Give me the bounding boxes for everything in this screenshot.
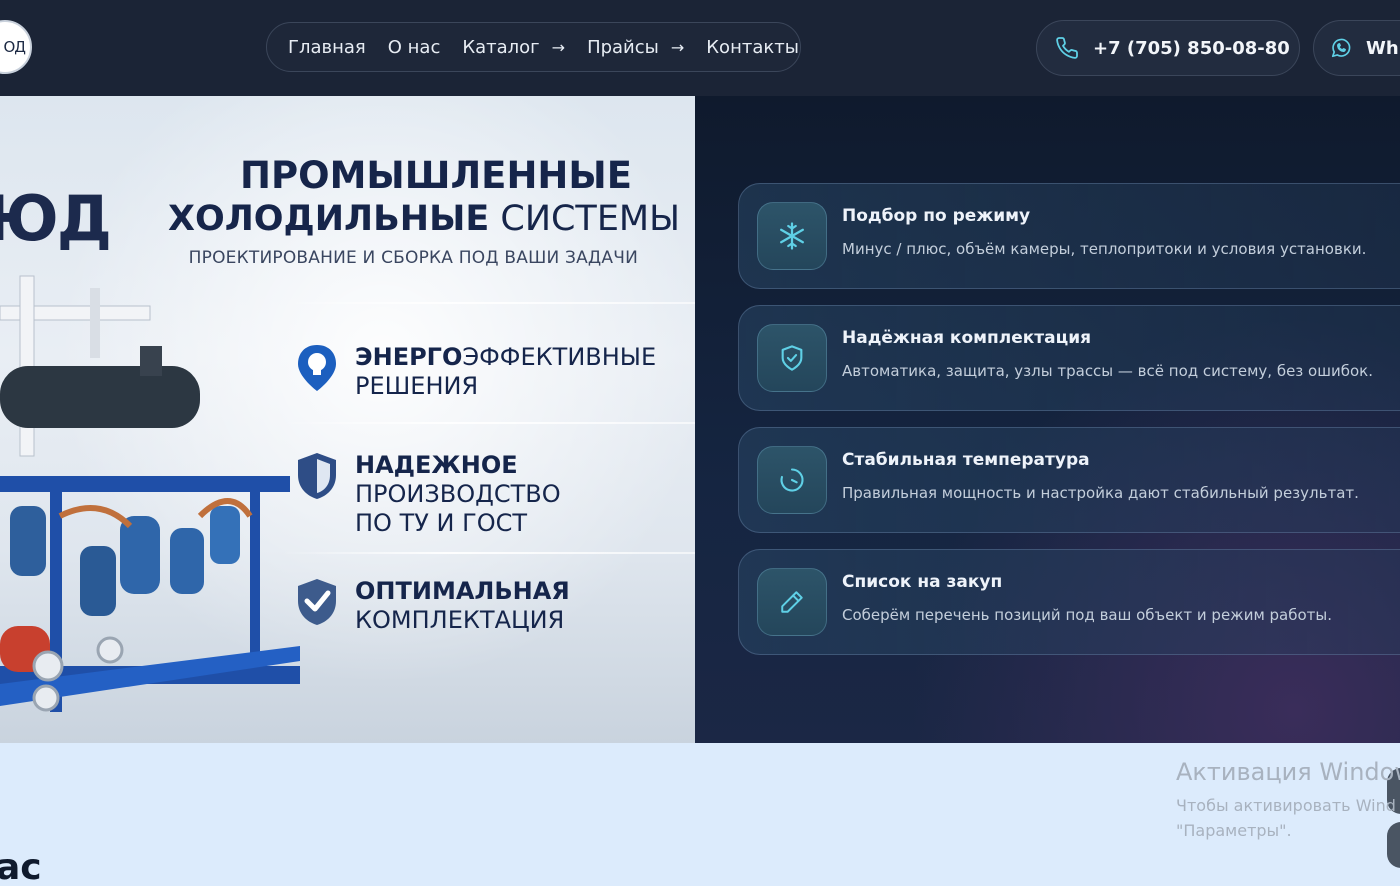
divider (280, 302, 695, 304)
card-description: Правильная мощность и настройка дают ста… (842, 484, 1359, 502)
refrigeration-unit-illustration (0, 275, 300, 712)
hero-title-bold: ХОЛОДИЛЬНЫЕ (168, 199, 490, 239)
watermark-line1: Активация Window (1176, 758, 1400, 786)
feature-energy: ЭНЕРГОЭФФЕКТИВНЫЕ РЕШЕНИЯ (296, 343, 656, 401)
main-nav: Главная О нас Каталог → Прайсы → Контакт… (266, 22, 801, 72)
feature-text: ОПТИМАЛЬНАЯ КОМПЛЕКТАЦИЯ (355, 577, 570, 635)
snowflake-icon (757, 202, 827, 270)
hero-title: ПРОМЫШЛЕННЫЕ (240, 154, 632, 197)
card-description: Минус / плюс, объём камеры, теплопритоки… (842, 240, 1367, 258)
benefit-card-temperature[interactable]: Стабильная температура Правильная мощнос… (738, 427, 1400, 533)
watermark-line2: Чтобы активировать Wind (1176, 796, 1396, 815)
hero-title-line2: ХОЛОДИЛЬНЫЕ СИСТЕМЫ (168, 199, 680, 239)
shield-check-icon (757, 324, 827, 392)
section-heading: ас (0, 847, 42, 886)
phone-icon (1056, 37, 1078, 59)
hero-subtitle: ПРОЕКТИРОВАНИЕ И СБОРКА ПОД ВАШИ ЗАДАЧИ (188, 248, 638, 268)
brand-watermark: ЮД (0, 182, 112, 255)
feature-line2: РЕШЕНИЯ (355, 371, 479, 400)
nav-item-catalog[interactable]: Каталог → (451, 23, 576, 71)
pencil-icon (757, 568, 827, 636)
feature-production: НАДЕЖНОЕ ПРОИЗВОДСТВО ПО ТУ И ГОСТ (296, 451, 561, 537)
site-logo[interactable]: ОД (0, 20, 32, 74)
card-title: Стабильная температура (842, 450, 1090, 470)
feature-bold: НАДЕЖНОЕ (355, 451, 518, 479)
card-description: Соберём перечень позиций под ваш объект … (842, 606, 1333, 624)
nav-label: Прайсы (587, 36, 659, 58)
gauge-icon (757, 446, 827, 514)
divider (280, 422, 695, 424)
benefit-card-equipment[interactable]: Надёжная комплектация Автоматика, защита… (738, 305, 1400, 411)
card-description: Автоматика, защита, узлы трассы — всё по… (842, 362, 1373, 380)
nav-item-prices[interactable]: Прайсы → (576, 23, 695, 71)
feature-line2: ПРОИЗВОДСТВО (355, 479, 561, 508)
whatsapp-label: Wh (1366, 37, 1399, 59)
nav-label: О нас (387, 36, 441, 58)
lightbulb-icon (298, 345, 336, 391)
site-header: ОД Главная О нас Каталог → Прайсы → Конт… (0, 0, 1400, 96)
feature-rest: ЭФФЕКТИВНЫЕ (462, 343, 657, 371)
shield-icon (298, 453, 336, 499)
watermark-line3: "Параметры". (1176, 821, 1292, 840)
phone-number: +7 (705) 850-08-80 (1093, 37, 1290, 59)
feature-bold: ЭНЕРГО (355, 343, 463, 371)
divider (280, 552, 695, 554)
whatsapp-icon (1331, 38, 1351, 58)
hero-banner-image: ЮД ПРОМЫШЛЕННЫЕ ХОЛОДИЛЬНЫЕ СИСТЕМЫ ПРОЕ… (0, 96, 695, 743)
logo-text: ОД (3, 38, 26, 56)
feature-equipment: ОПТИМАЛЬНАЯ КОМПЛЕКТАЦИЯ (296, 577, 570, 635)
nav-label: Каталог (462, 36, 540, 58)
arrow-right-icon: → (551, 37, 566, 57)
card-title: Подбор по режиму (842, 206, 1031, 226)
phone-button[interactable]: +7 (705) 850-08-80 (1036, 20, 1300, 76)
nav-item-contacts[interactable]: Контакты (695, 23, 810, 71)
feature-text: НАДЕЖНОЕ ПРОИЗВОДСТВО ПО ТУ И ГОСТ (355, 451, 561, 537)
arrow-right-icon: → (670, 37, 685, 57)
feature-line3: ПО ТУ И ГОСТ (355, 508, 528, 537)
whatsapp-button[interactable]: Wh (1313, 20, 1400, 76)
benefit-card-purchase-list[interactable]: Список на закуп Соберём перечень позиций… (738, 549, 1400, 655)
nav-label: Контакты (706, 36, 799, 58)
feature-line2: КОМПЛЕКТАЦИЯ (355, 605, 565, 634)
card-title: Список на закуп (842, 572, 1003, 592)
benefit-card-mode[interactable]: Подбор по режиму Минус / плюс, объём кам… (738, 183, 1400, 289)
feature-text: ЭНЕРГОЭФФЕКТИВНЫЕ РЕШЕНИЯ (355, 343, 656, 401)
nav-label: Главная (288, 36, 366, 58)
feature-bold: ОПТИМАЛЬНАЯ (355, 577, 570, 605)
shield-check-icon (298, 579, 336, 625)
hero-title-rest: СИСТЕМЫ (489, 199, 681, 239)
card-title: Надёжная комплектация (842, 328, 1092, 348)
windows-activation-watermark: Активация Window Чтобы активировать Wind… (1176, 758, 1400, 840)
nav-item-about[interactable]: О нас (377, 23, 452, 71)
nav-item-home[interactable]: Главная (277, 23, 377, 71)
